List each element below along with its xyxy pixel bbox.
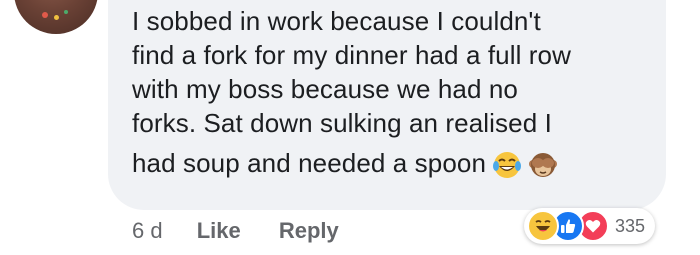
avatar-detail: [54, 15, 59, 20]
comment-container: I sobbed in work because I couldn't find…: [0, 0, 700, 255]
reply-button[interactable]: Reply: [279, 218, 339, 243]
comment-line: forks. Sat down sulking an realised I: [132, 108, 552, 138]
comment-bubble: I sobbed in work because I couldn't find…: [108, 0, 666, 210]
comment-timestamp[interactable]: 6 d: [132, 218, 163, 243]
comment-line: with my boss because we had no: [132, 74, 518, 104]
comment-last-line: had soup and needed a spoon: [132, 146, 646, 180]
comment-line: I sobbed in work because I couldn't: [132, 6, 541, 36]
comment-text: I sobbed in work because I couldn't find…: [132, 4, 646, 180]
reactions-summary[interactable]: 335: [524, 208, 656, 244]
comment-line: had soup and needed a spoon: [132, 148, 487, 178]
haha-reaction-icon: [527, 210, 559, 242]
avatar-detail: [42, 12, 48, 18]
avatar[interactable]: [14, 0, 98, 34]
reaction-count: 335: [615, 215, 646, 236]
avatar-detail: [64, 10, 68, 14]
see-no-evil-monkey-emoji-icon: [529, 153, 558, 178]
comment-line: find a fork for my dinner had a full row: [132, 40, 571, 70]
tears-of-joy-emoji-icon: [493, 152, 522, 179]
comment-actions: 6 d Like Reply: [132, 218, 339, 244]
like-button[interactable]: Like: [197, 218, 241, 243]
